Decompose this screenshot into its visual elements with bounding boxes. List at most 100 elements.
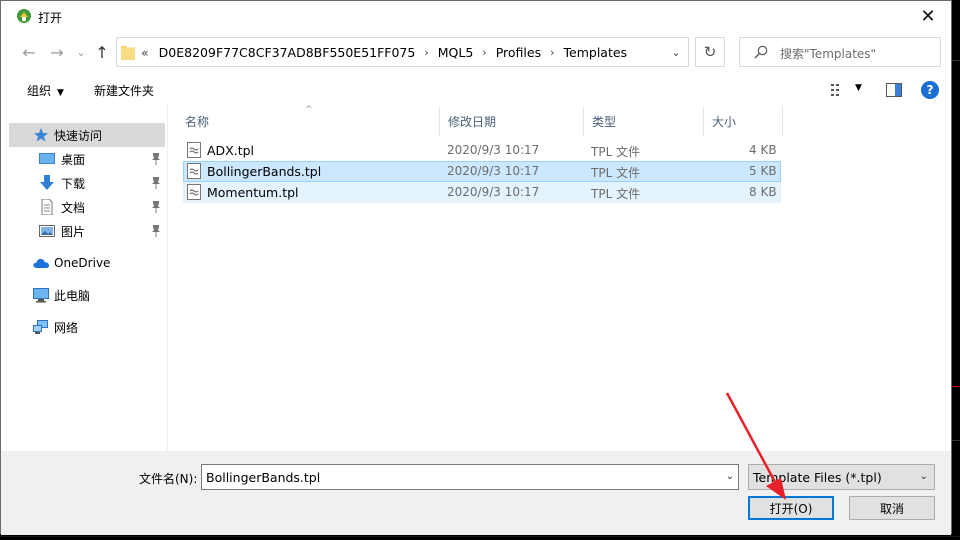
file-type: TPL 文件 [591,187,641,201]
chevron-down-icon: ⌄ [919,471,928,482]
sidebar-item-pictures[interactable]: 图片 [9,219,165,243]
sidebar-item-desktop[interactable]: 桌面 [9,147,165,171]
file-size: 5 KB [749,164,777,178]
pane-splitter[interactable] [167,105,168,451]
breadcrumb-item[interactable]: MQL5 [438,45,474,60]
column-header-size[interactable]: 大小 [704,107,783,135]
computer-icon [33,288,49,303]
sidebar-item-quick-access[interactable]: 快速访问 [9,123,165,147]
sidebar-item-downloads[interactable]: 下载 [9,171,165,195]
search-icon [754,45,768,59]
star-icon [34,128,48,142]
arrow-left-icon: ← [22,42,36,62]
column-header-label: 大小 [712,114,737,129]
breadcrumb-item[interactable]: Profiles [496,45,541,60]
sidebar-item-label: 此电脑 [54,288,91,303]
sidebar-item-documents[interactable]: 文档 [9,195,165,219]
pin-icon[interactable] [151,225,161,237]
column-header-date[interactable]: 修改日期 [440,107,584,135]
search-input[interactable]: 搜索"Templates" [739,37,941,67]
breadcrumb: « D0E8209F77C8CF37AD8BF550E51FF075 › MQL… [141,38,627,66]
file-icon [187,184,201,200]
column-header-label: 修改日期 [448,114,497,129]
folder-icon [121,46,135,60]
download-icon [40,175,54,190]
forward-button[interactable]: → [45,39,69,65]
refresh-icon: ↻ [703,43,717,61]
view-dropdown-icon[interactable]: ▼ [855,83,862,93]
cloud-icon [33,258,49,268]
breadcrumb-separator-icon[interactable]: › [550,46,554,59]
column-header-label: 名称 [185,114,210,129]
cancel-button-label: 取消 [879,501,904,516]
new-folder-button[interactable]: 新建文件夹 [94,82,154,99]
up-button[interactable]: ↑ [90,39,114,65]
sidebar-item-label: 下载 [61,176,86,191]
sidebar-item-label: 文档 [61,200,86,215]
pin-icon[interactable] [151,201,161,213]
file-row[interactable]: ADX.tpl 2020/9/3 10:17 TPL 文件 4 KB [183,140,781,161]
column-header-label: 类型 [592,114,617,129]
open-button[interactable]: 打开(O) [748,496,834,520]
breadcrumb-separator-icon[interactable]: › [482,46,486,59]
breadcrumb-item[interactable]: Templates [564,45,628,60]
column-header-type[interactable]: 类型 [584,107,704,135]
sidebar-item-network[interactable]: 网络 [9,315,165,339]
help-icon[interactable]: ? [921,81,939,99]
file-date: 2020/9/3 10:17 [447,185,540,199]
sidebar-item-label: OneDrive [54,256,111,270]
open-button-label: 打开(O) [769,501,813,516]
view-options-icon[interactable] [831,83,847,97]
picture-icon [39,225,55,237]
filename-value: BollingerBands.tpl [206,470,321,485]
chevron-down-icon: ⌄ [671,45,681,59]
arrow-right-icon: → [50,42,64,62]
cancel-button[interactable]: 取消 [849,496,935,520]
file-name: BollingerBands.tpl [207,164,322,179]
address-dropdown-button[interactable]: ⌄ [663,37,689,67]
breadcrumb-separator-icon[interactable]: › [424,46,428,59]
chevron-down-icon: ⌄ [76,45,86,59]
title-bar: 打开 ✕ [1,1,951,32]
pin-icon[interactable] [151,177,161,189]
file-row[interactable]: BollingerBands.tpl 2020/9/3 10:17 TPL 文件… [183,161,781,182]
pin-icon[interactable] [151,153,161,165]
sidebar-item-label: 网络 [54,320,79,335]
sidebar-item-label: 快速访问 [54,128,103,143]
command-bar: 组织 ▼ 新建文件夹 [1,77,951,103]
desktop-icon [39,153,55,164]
filetype-select[interactable]: Template Files (*.tpl) ⌄ [748,464,935,490]
sidebar-item-label: 桌面 [61,152,86,167]
column-header-row: ^ 名称 修改日期 类型 大小 [177,105,783,135]
breadcrumb-overflow[interactable]: « [141,45,149,60]
address-bar[interactable]: « D0E8209F77C8CF37AD8BF550E51FF075 › MQL… [116,37,689,67]
sidebar-item-onedrive[interactable]: OneDrive [9,251,165,275]
filetype-value: Template Files (*.tpl) [753,470,882,485]
file-name: Momentum.tpl [207,185,299,200]
organize-label: 组织 [27,84,52,98]
close-button[interactable]: ✕ [905,1,951,32]
new-folder-label: 新建文件夹 [94,84,155,98]
dialog-footer: 文件名(N): BollingerBands.tpl ⌄ Template Fi… [1,451,951,535]
file-icon [187,142,201,158]
caret-down-icon: ▼ [57,88,64,98]
search-placeholder: 搜索"Templates" [780,47,877,61]
file-size: 8 KB [749,185,777,199]
breadcrumb-item[interactable]: D0E8209F77C8CF37AD8BF550E51FF075 [159,45,416,60]
file-date: 2020/9/3 10:17 [447,164,540,178]
back-button[interactable]: ← [17,39,41,65]
preview-pane-icon[interactable] [886,83,902,97]
file-name: ADX.tpl [207,143,255,158]
file-row[interactable]: Momentum.tpl 2020/9/3 10:17 TPL 文件 8 KB [183,182,781,203]
file-type: TPL 文件 [591,166,641,180]
help-glyph: ? [926,83,934,97]
sidebar-item-this-pc[interactable]: 此电脑 [9,283,165,307]
network-icon [33,320,48,334]
document-icon [41,199,53,215]
refresh-button[interactable]: ↻ [695,37,725,67]
chevron-down-icon[interactable]: ⌄ [726,471,734,482]
column-header-name[interactable]: 名称 [177,107,440,135]
file-icon [187,163,201,179]
organize-menu[interactable]: 组织 ▼ [27,82,64,99]
filename-input[interactable]: BollingerBands.tpl ⌄ [201,464,739,490]
